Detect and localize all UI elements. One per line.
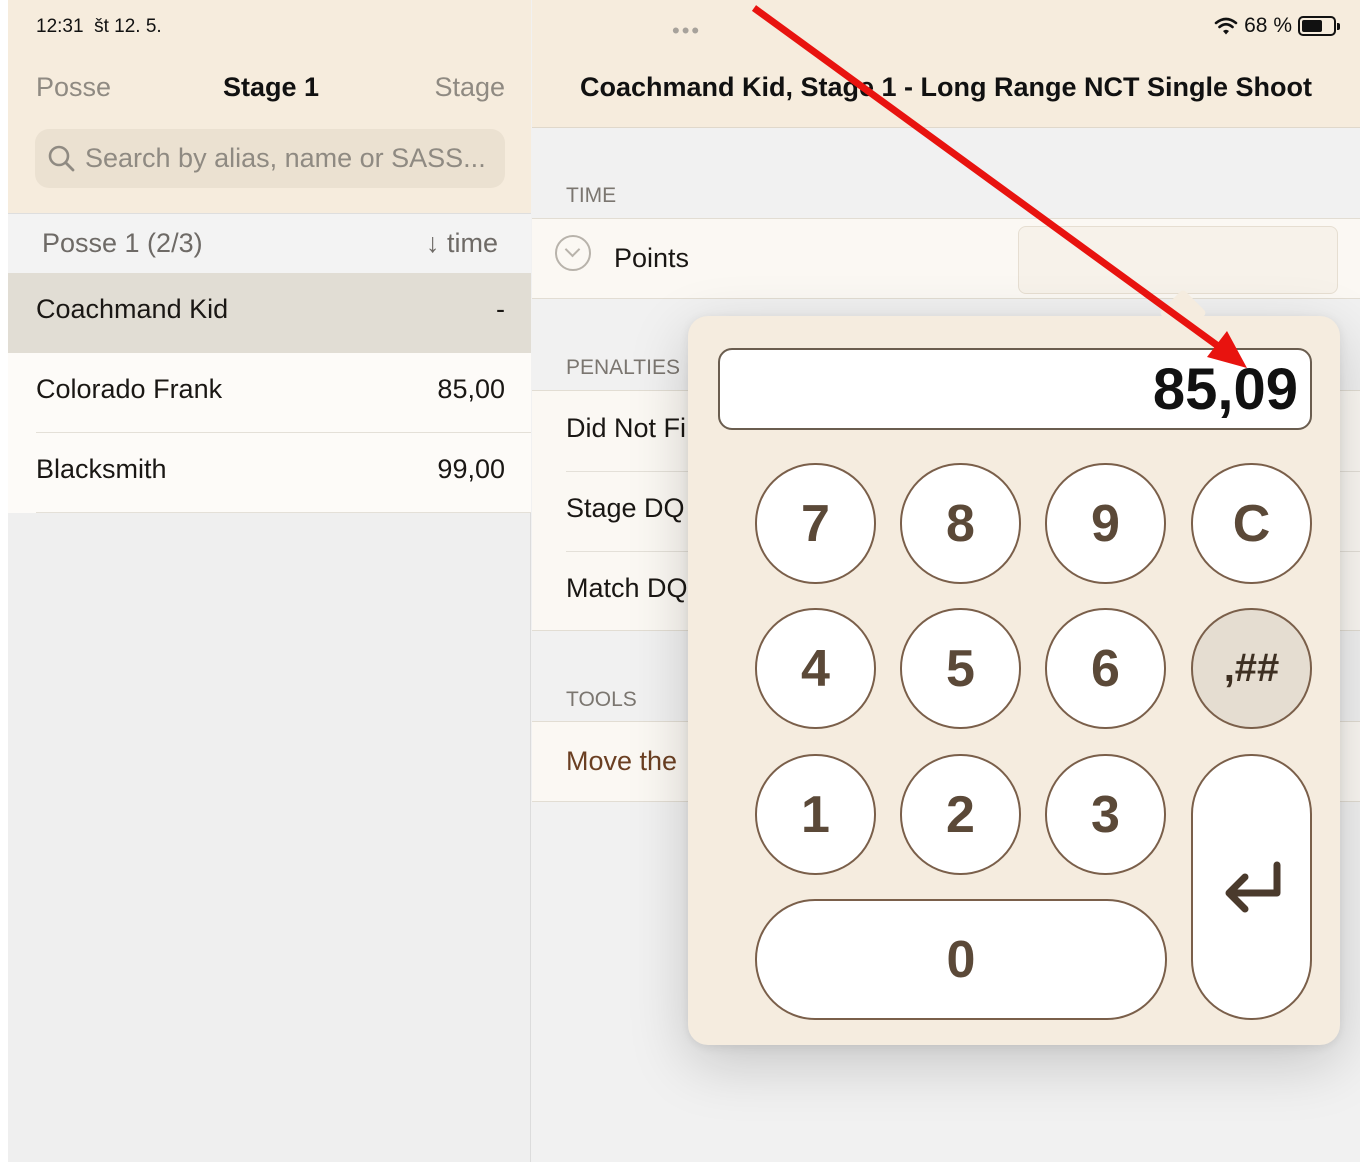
penalty-stage-dq[interactable]: Stage DQ [566,493,685,524]
points-label: Points [614,243,690,273]
shooter-row[interactable]: Coachmand Kid - [8,273,531,353]
nav-stage-button[interactable]: Stage [434,72,505,103]
move-shooter-link[interactable]: Move the [566,746,677,777]
shooter-score: 85,00 [437,374,505,404]
status-time: 12:31 št 12. 5. [36,16,162,38]
shooter-score: - [496,294,505,324]
key-3[interactable]: 3 [1045,754,1166,875]
battery-icon [1298,16,1340,36]
points-row[interactable]: Points [532,218,1360,299]
tools-section-label: TOOLS [566,688,637,711]
key-2[interactable]: 2 [900,754,1021,875]
wifi-icon [1214,17,1238,35]
shooter-score: 99,00 [437,454,505,484]
shooter-row[interactable]: Colorado Frank 85,00 [8,353,531,433]
penalties-section-label: PENALTIES [566,356,680,379]
shooter-name: Colorado Frank [36,374,223,404]
key-0[interactable]: 0 [755,899,1167,1020]
numeric-keypad-popover: 85,09 7 8 9 C 4 5 6 ,## 1 2 3 0 [688,288,1340,1045]
multitasking-dots[interactable]: ••• [672,18,701,44]
key-8[interactable]: 8 [900,463,1021,584]
nav-title: Stage 1 [223,72,320,102]
sidebar: 12:31 št 12. 5. Posse Stage 1 Stage Sear… [8,0,531,1162]
detail-header: ••• 68 % Coachmand Kid, Stage 1 - Long R… [532,0,1360,128]
key-5[interactable]: 5 [900,608,1021,729]
chevron-down-circle-icon[interactable] [555,235,591,271]
search-icon [48,145,75,172]
key-7[interactable]: 7 [755,463,876,584]
key-6[interactable]: 6 [1045,608,1166,729]
penalty-did-not-finish[interactable]: Did Not Fi [566,413,686,444]
battery-percent: 68 % [1244,14,1292,37]
sidebar-header: 12:31 št 12. 5. Posse Stage 1 Stage Sear… [8,0,531,213]
time-section-label: TIME [566,184,617,207]
penalty-match-dq[interactable]: Match DQ [566,573,688,604]
keypad-display: 85,09 [718,348,1312,430]
return-icon [1225,861,1280,913]
points-input[interactable] [1018,226,1338,294]
status-indicators: 68 % [1214,14,1340,38]
ipad-screen: 12:31 št 12. 5. Posse Stage 1 Stage Sear… [8,0,1360,1162]
clear-button[interactable]: C [1191,463,1312,584]
nav-back-button[interactable]: Posse [36,72,111,103]
row-divider [36,512,531,513]
decimal-button[interactable]: ,## [1191,608,1312,729]
posse-section-header: Posse 1 (2/3) ↓ time [8,213,531,273]
key-9[interactable]: 9 [1045,463,1166,584]
key-1[interactable]: 1 [755,754,876,875]
search-input[interactable]: Search by alias, name or SASS... [35,129,505,188]
posse-section-title: Posse 1 (2/3) [42,228,203,258]
shooter-row[interactable]: Blacksmith 99,00 [8,433,531,513]
enter-button[interactable] [1191,754,1312,1020]
page-title: Coachmand Kid, Stage 1 - Long Range NCT … [579,72,1313,102]
shooter-name: Coachmand Kid [36,294,229,324]
sort-button[interactable]: ↓ time [426,228,498,259]
shooter-name: Blacksmith [36,454,167,484]
key-4[interactable]: 4 [755,608,876,729]
status-clock: 12:31 [36,16,84,37]
keypad-display-value: 85,09 [1152,357,1298,422]
search-placeholder: Search by alias, name or SASS... [85,143,486,173]
status-date: št 12. 5. [94,16,162,37]
